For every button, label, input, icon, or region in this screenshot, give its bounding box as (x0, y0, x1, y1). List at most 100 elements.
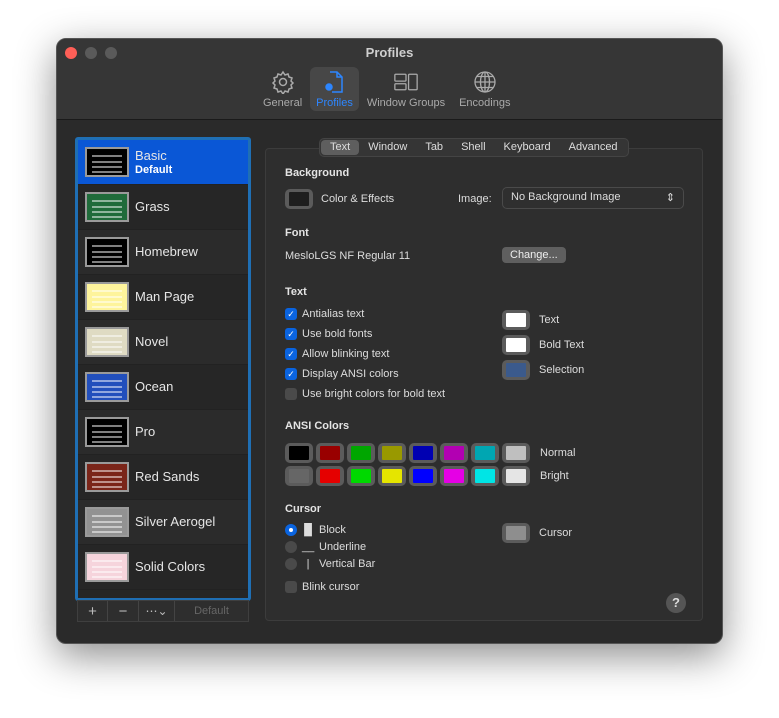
profile-item-homebrew[interactable]: Homebrew (78, 230, 248, 275)
ansi-normal-color-0[interactable] (285, 443, 313, 463)
checkbox-label: Use bold fonts (302, 328, 372, 340)
tab-keyboard[interactable]: Keyboard (495, 140, 560, 155)
cursor-option-underline[interactable]: __Underline (285, 538, 375, 555)
font-heading: Font (285, 227, 309, 239)
tab-shell[interactable]: Shell (452, 140, 494, 155)
more-actions-button[interactable]: ⋯⌄ (139, 601, 175, 621)
cursor-shape-glyph: | (302, 558, 314, 570)
add-profile-button[interactable]: + (78, 601, 108, 621)
ansi-bright-color-5[interactable] (440, 466, 468, 486)
checkbox-label: Antialias text (302, 308, 364, 320)
toolbar-profiles[interactable]: Profiles (310, 67, 359, 111)
text-settings-panel: Background Color & Effects Image: No Bac… (265, 148, 703, 621)
ansi-normal-color-6[interactable] (471, 443, 499, 463)
checkbox-allow-blinking-text[interactable]: ✓Allow blinking text (285, 344, 445, 364)
toolbar-encodings[interactable]: Encodings (453, 67, 516, 111)
profile-thumbnail (85, 237, 129, 267)
profile-item-solid-colors[interactable]: Solid Colors (78, 545, 248, 590)
ansi-normal-color-5[interactable] (440, 443, 468, 463)
selection-color-row: Selection (502, 357, 584, 382)
cursor-color-label: Cursor (539, 527, 572, 539)
cursor-option-label: Vertical Bar (319, 558, 375, 570)
text-color-row: Text (502, 307, 584, 332)
tab-window[interactable]: Window (359, 140, 416, 155)
ansi-bright-color-6[interactable] (471, 466, 499, 486)
blink-cursor-checkbox[interactable]: Blink cursor (285, 577, 375, 597)
change-font-button[interactable]: Change... (502, 247, 566, 263)
cursor-option-vertical-bar[interactable]: | Vertical Bar (285, 555, 375, 572)
help-button[interactable]: ? (666, 593, 686, 613)
selection-color-well[interactable] (502, 360, 530, 380)
remove-profile-button[interactable]: − (108, 601, 139, 621)
profile-item-silver-aerogel[interactable]: Silver Aerogel (78, 500, 248, 545)
ansi-bright-color-0[interactable] (285, 466, 313, 486)
checkbox-display-ansi-colors[interactable]: ✓Display ANSI colors (285, 364, 445, 384)
blink-cursor-label: Blink cursor (302, 581, 359, 593)
profiles-window: Profiles GeneralProfilesWindow GroupsEnc… (56, 38, 723, 644)
profile-name: Man Page (135, 289, 194, 305)
tab-text[interactable]: Text (321, 140, 359, 155)
checkbox-box[interactable]: ✓ (285, 348, 297, 360)
ansi-bright-color-1[interactable] (316, 466, 344, 486)
cursor-color-well[interactable] (502, 523, 530, 543)
ansi-normal-color-4[interactable] (409, 443, 437, 463)
tab-tab[interactable]: Tab (416, 140, 452, 155)
toolbar-label: Profiles (316, 97, 353, 109)
checkbox-box[interactable] (285, 388, 297, 400)
radio-button[interactable] (285, 524, 297, 536)
profile-item-ocean[interactable]: Ocean (78, 365, 248, 410)
background-image-select[interactable]: No Background Image⇕ (502, 187, 684, 209)
ansi-bright-color-2[interactable] (347, 466, 375, 486)
profile-name: Red Sands (135, 469, 199, 485)
ansi-normal-color-7[interactable] (502, 443, 530, 463)
profile-list-buttons: + − ⋯⌄ Default (77, 600, 249, 622)
ansi-bright-color-3[interactable] (378, 466, 406, 486)
toolbar-general[interactable]: General (257, 67, 308, 111)
profile-item-grass[interactable]: Grass (78, 185, 248, 230)
checkbox-box[interactable]: ✓ (285, 308, 297, 320)
cursor-option-label: Block (319, 524, 346, 536)
toolbar-window-groups[interactable]: Window Groups (361, 67, 451, 111)
profile-item-pro[interactable]: Pro (78, 410, 248, 455)
color-label: Selection (539, 364, 584, 376)
cursor-option-block[interactable]: █Block (285, 521, 375, 538)
ansi-normal-row: Normal (285, 441, 575, 464)
checkbox-use-bold-fonts[interactable]: ✓ Use bold fonts (285, 324, 445, 344)
tab-advanced[interactable]: Advanced (560, 140, 627, 155)
profile-name: Grass (135, 199, 170, 215)
profile-name: Novel (135, 334, 168, 350)
toolbar-label: Encodings (459, 97, 510, 109)
ansi-bright-color-4[interactable] (409, 466, 437, 486)
background-heading: Background (285, 167, 349, 179)
profile-item-man-page[interactable]: Man Page (78, 275, 248, 320)
profile-name: Basic (135, 148, 172, 164)
radio-button[interactable] (285, 541, 297, 553)
cursor-option-label: Underline (319, 541, 366, 553)
ansi-normal-color-2[interactable] (347, 443, 375, 463)
color-label: Text (539, 314, 559, 326)
ansi-normal-color-3[interactable] (378, 443, 406, 463)
profile-name: Ocean (135, 379, 173, 395)
profile-item-basic[interactable]: BasicDefault (78, 140, 248, 185)
chevron-updown-icon: ⇕ (666, 191, 675, 205)
bold-text-color-well[interactable] (502, 335, 530, 355)
text-heading: Text (285, 286, 307, 298)
cursor-heading: Cursor (285, 503, 321, 515)
globe-icon (473, 70, 497, 97)
background-color-well[interactable] (285, 189, 313, 209)
text-color-well[interactable] (502, 310, 530, 330)
profile-item-novel[interactable]: Novel (78, 320, 248, 365)
radio-button[interactable] (285, 558, 297, 570)
ansi-bright-color-7[interactable] (502, 466, 530, 486)
checkbox-use-bright-colors-for-bold-text[interactable]: Use bright colors for bold text (285, 384, 445, 404)
checkbox-box[interactable]: ✓ (285, 328, 297, 340)
ansi-normal-color-1[interactable] (316, 443, 344, 463)
profile-item-red-sands[interactable]: Red Sands (78, 455, 248, 500)
default-button[interactable]: Default (175, 601, 248, 621)
checkbox-box[interactable]: ✓ (285, 368, 297, 380)
checkbox-box[interactable] (285, 581, 297, 593)
settings-tabs: TextWindowTabShellKeyboardAdvanced (319, 138, 629, 157)
title-bar: Profiles GeneralProfilesWindow GroupsEnc… (57, 39, 722, 120)
checkbox-antialias-text[interactable]: ✓ Antialias text (285, 304, 445, 324)
ansi-normal-label: Normal (540, 447, 575, 459)
